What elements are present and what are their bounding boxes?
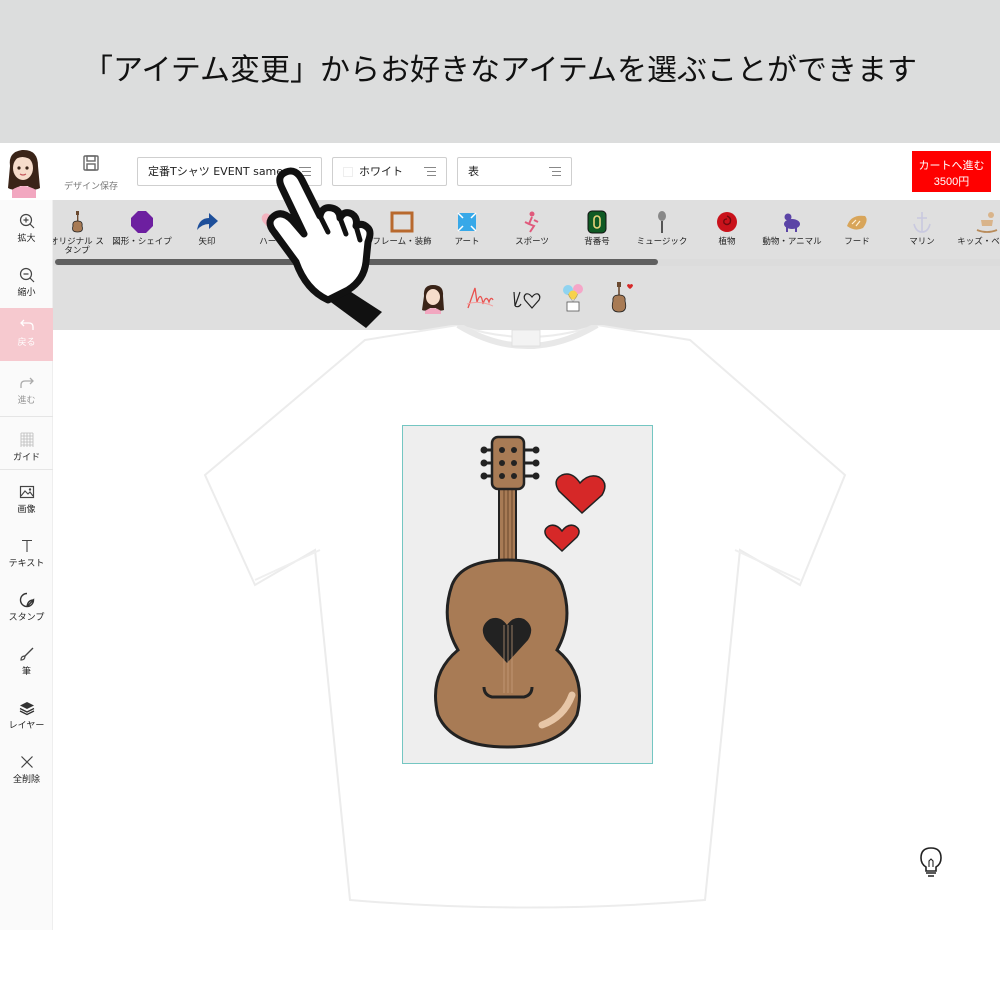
category-art[interactable]: アート: [437, 210, 497, 247]
zoom-in-button[interactable]: 拡大: [0, 204, 53, 256]
undo-icon: [19, 319, 34, 330]
sticker-button[interactable]: スタンプ: [0, 583, 53, 635]
list-icon: [549, 167, 561, 176]
category-kids-baby[interactable]: キッズ・ベビー: [957, 210, 1000, 247]
octagon-icon: [131, 211, 153, 233]
category-label: 矢印: [198, 237, 216, 247]
category-arrows[interactable]: 矢印: [177, 210, 237, 247]
microphone-icon: [658, 211, 666, 233]
image-label: 画像: [17, 505, 36, 515]
category-label: 植物: [718, 237, 736, 247]
guitar-design[interactable]: [402, 425, 653, 764]
list-icon: [424, 167, 436, 176]
category-label: 図形・シェイプ: [112, 237, 172, 247]
close-icon: [20, 756, 33, 768]
category-shapes[interactable]: 図形・シェイプ: [112, 210, 172, 247]
guide-label: ガイド: [12, 453, 40, 463]
save-design-button[interactable]: デザイン保存: [60, 154, 122, 194]
frame-icon: [390, 211, 414, 233]
category-animals[interactable]: 動物・アニマル: [762, 210, 822, 247]
banner-text: 「アイテム変更」からお好きなアイテムを選ぶことができます: [83, 52, 917, 88]
bread-icon: [847, 215, 867, 230]
anchor-icon: [913, 212, 931, 233]
image-icon: [19, 485, 34, 499]
stamp-signature[interactable]: [465, 282, 495, 314]
cart-price: 3500円: [933, 175, 970, 188]
category-sports[interactable]: スポーツ: [502, 210, 562, 247]
layers-icon: [19, 702, 34, 716]
category-food[interactable]: フード: [827, 210, 887, 247]
print-side-select[interactable]: 表: [457, 157, 572, 186]
layers-button[interactable]: レイヤー: [0, 691, 53, 743]
image-button[interactable]: 画像: [0, 475, 53, 527]
undo-label: 戻る: [17, 338, 36, 348]
zoom-out-label: 縮小: [17, 288, 36, 298]
pointing-hand-icon: [266, 167, 382, 328]
layers-label: レイヤー: [8, 721, 45, 731]
brush-icon: [19, 647, 33, 661]
save-design-label: デザイン保存: [63, 182, 118, 192]
user-avatar[interactable]: [2, 146, 46, 198]
category-label: キッズ・ベビー: [957, 237, 1000, 247]
redo-label: 進む: [17, 396, 36, 406]
lightbulb-icon[interactable]: [918, 846, 944, 878]
animal-icon: [784, 213, 800, 232]
zoom-out-button[interactable]: 縮小: [0, 258, 53, 310]
art-icon: [457, 212, 477, 232]
category-label: マリン: [909, 237, 935, 247]
number-icon: [587, 210, 607, 234]
sidebar-divider: [0, 416, 53, 417]
sticker-icon: [19, 592, 34, 608]
text-label: テキスト: [8, 559, 45, 569]
category-marine[interactable]: マリン: [892, 210, 952, 247]
category-jersey-number[interactable]: 背番号: [567, 210, 627, 247]
category-plants[interactable]: 植物: [697, 210, 757, 247]
print-side-value: 表: [468, 165, 479, 178]
go-to-cart-button[interactable]: カートへ進む 3500円: [912, 151, 991, 192]
guitar-icon: [72, 211, 83, 233]
cart-label: カートへ進む: [918, 159, 985, 172]
redo-icon: [19, 377, 34, 388]
zoom-in-label: 拡大: [17, 234, 36, 244]
undo-button[interactable]: 戻る: [0, 308, 53, 361]
text-button[interactable]: テキスト: [0, 529, 53, 581]
instruction-banner: 「アイテム変更」からお好きなアイテムを選ぶことができます: [0, 0, 1000, 143]
floppy-disk-icon: [83, 155, 99, 171]
text-icon: [21, 539, 32, 552]
stamp-peace-heart[interactable]: [511, 282, 541, 314]
category-label: アート: [454, 237, 480, 247]
rose-icon: [717, 212, 737, 232]
category-label: ミュージック: [636, 237, 688, 247]
sports-icon: [524, 211, 539, 233]
category-original-stamp[interactable]: オリジナル スタンプ: [53, 210, 107, 256]
category-label: 動物・アニマル: [762, 237, 822, 247]
category-label: オリジナル スタンプ: [53, 237, 104, 256]
sidebar-divider: [0, 469, 53, 470]
brush-label: 筆: [21, 667, 31, 677]
stamp-guitar[interactable]: [604, 282, 634, 314]
guide-button[interactable]: ガイド: [0, 423, 53, 475]
zoom-out-icon: [19, 267, 34, 283]
rocking-horse-icon: [976, 212, 998, 233]
sticker-label: スタンプ: [8, 613, 45, 623]
clear-all-button[interactable]: 全削除: [0, 745, 53, 797]
clear-all-label: 全削除: [12, 775, 40, 785]
category-label: 背番号: [584, 237, 610, 247]
arrow-icon: [197, 213, 218, 230]
stamp-girl[interactable]: [418, 282, 448, 314]
grid-icon: [20, 432, 33, 447]
brush-button[interactable]: 筆: [0, 637, 53, 689]
stamp-balloons[interactable]: [558, 282, 588, 314]
zoom-in-icon: [19, 213, 34, 229]
category-music[interactable]: ミュージック: [632, 210, 692, 247]
redo-button[interactable]: 進む: [0, 366, 53, 418]
stamp-category-bar: オリジナル スタンプ 図形・シェイプ 矢印 ハート フレーム・装飾 アート スポ…: [53, 200, 1000, 266]
category-label: フード: [844, 237, 870, 247]
category-label: スポーツ: [515, 237, 549, 247]
